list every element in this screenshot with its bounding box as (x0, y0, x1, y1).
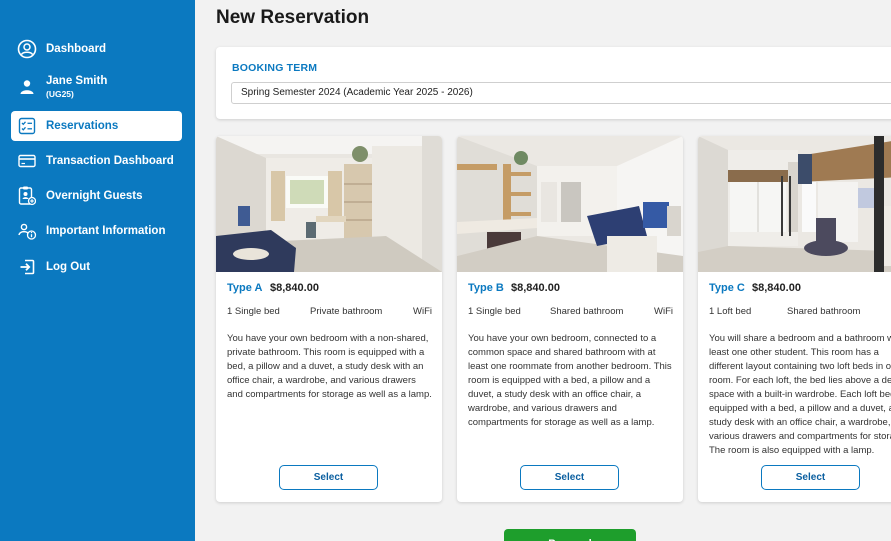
room-card-type-a: Type A $8,840.00 1 Single bed Private ba… (216, 136, 442, 502)
sidebar-item-transaction-dashboard[interactable]: Transaction Dashboard (11, 146, 182, 176)
sidebar-item-important-information[interactable]: Important Information (11, 216, 182, 246)
sidebar-item-log-out[interactable]: Log Out (11, 252, 182, 282)
booking-term-select[interactable]: Spring Semester 2024 (Academic Year 2025… (231, 82, 891, 104)
sidebar-item-profile[interactable]: Jane Smith (UG25) (11, 67, 182, 107)
select-room-type-b-button[interactable]: Select (520, 465, 619, 490)
person-icon (17, 77, 37, 97)
room-feature-wifi: WiFi (654, 306, 673, 317)
room-price: $8,840.00 (270, 282, 319, 294)
room-feature-bathroom: Shared bathroom (787, 306, 861, 317)
room-card-type-c: Type C $8,840.00 1 Loft bed Shared bathr… (698, 136, 891, 502)
guest-badge-icon (17, 186, 37, 206)
checklist-icon (17, 116, 37, 136)
room-photo (216, 136, 442, 272)
user-circle-icon (17, 39, 37, 59)
booking-term-panel: BOOKING TERM Spring Semester 2024 (Acade… (216, 47, 891, 119)
sidebar-item-label: Overnight Guests (46, 190, 143, 202)
select-room-type-a-button[interactable]: Select (279, 465, 378, 490)
user-name: Jane Smith (46, 75, 108, 87)
info-people-icon (17, 221, 37, 241)
room-price: $8,840.00 (752, 282, 801, 294)
logout-icon (17, 257, 37, 277)
room-description: You have your own bedroom with a non-sha… (227, 333, 432, 400)
sidebar-item-label: Important Information (46, 225, 166, 237)
room-photo (698, 136, 891, 272)
room-feature-wifi: WiFi (413, 306, 432, 317)
room-price: $8,840.00 (511, 282, 560, 294)
room-feature-bed: 1 Single bed (468, 306, 521, 317)
sidebar-item-label: Dashboard (46, 43, 107, 55)
room-feature-bed: 1 Loft bed (709, 306, 752, 317)
proceed-button[interactable]: Proceed (504, 529, 636, 541)
room-type: Type B (468, 282, 504, 294)
room-type: Type C (709, 282, 745, 294)
credit-card-icon (17, 151, 37, 171)
room-feature-bathroom: Shared bathroom (550, 306, 624, 317)
room-feature-bed: 1 Single bed (227, 306, 280, 317)
booking-term-label: BOOKING TERM (232, 62, 318, 74)
room-photo (457, 136, 683, 272)
page-title: New Reservation (216, 7, 370, 28)
user-id: (UG25) (46, 89, 74, 99)
room-description: You will share a bedroom and a bathroom … (709, 333, 891, 456)
room-feature-bathroom: Private bathroom (310, 306, 383, 317)
room-card-type-b: Type B $8,840.00 1 Single bed Shared bat… (457, 136, 683, 502)
sidebar-item-label: Transaction Dashboard (46, 155, 174, 167)
room-description: You have your own bedroom, connected to … (468, 333, 672, 428)
sidebar-item-overnight-guests[interactable]: Overnight Guests (11, 181, 182, 211)
select-room-type-c-button[interactable]: Select (761, 465, 860, 490)
sidebar-item-reservations[interactable]: Reservations (11, 111, 182, 141)
sidebar-item-dashboard[interactable]: Dashboard (11, 34, 182, 64)
sidebar-item-label: Reservations (46, 120, 119, 132)
room-type: Type A (227, 282, 263, 294)
sidebar: Dashboard Jane Smith (UG25) Reservations… (0, 0, 195, 541)
sidebar-item-label: Log Out (46, 261, 91, 273)
